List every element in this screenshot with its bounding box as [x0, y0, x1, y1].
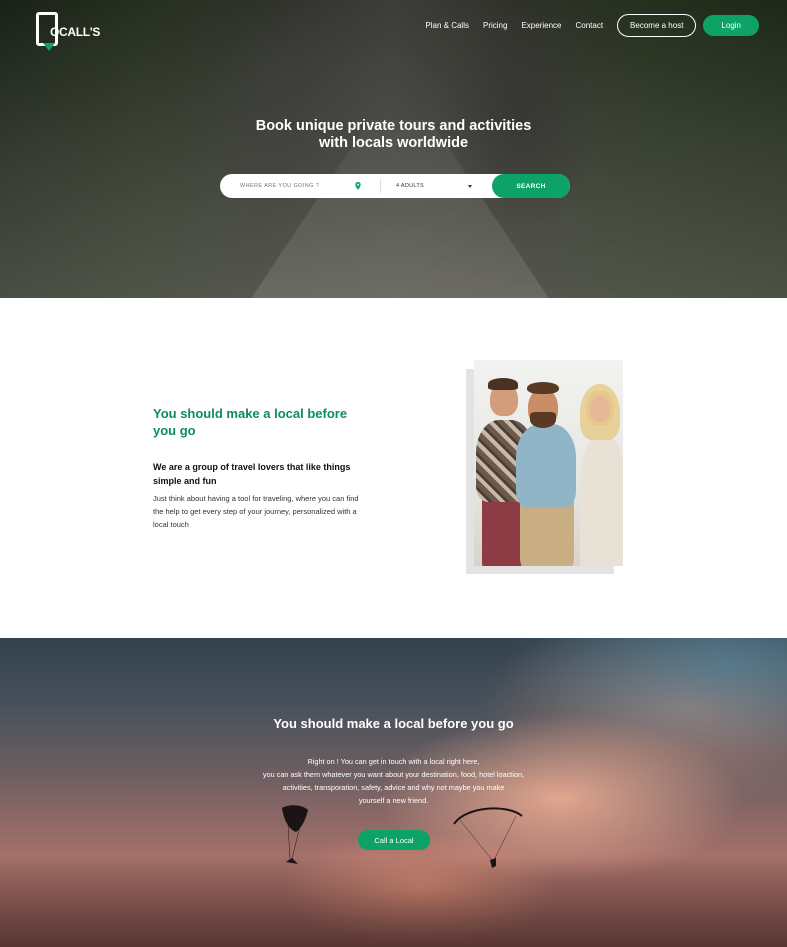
logo-text: OCALL'S	[50, 25, 101, 39]
search-bar: 4 ADULTS SEARCH	[220, 174, 570, 198]
cta-title: You should make a local before you go	[273, 716, 514, 731]
nav-link-experience[interactable]: Experience	[521, 21, 561, 30]
hero-title-line2: with locals worldwide	[318, 135, 469, 151]
nav-link-plan-calls[interactable]: Plan & Calls	[425, 21, 469, 30]
logo[interactable]: OCALL'S	[36, 12, 100, 51]
become-host-button[interactable]: Become a host	[617, 14, 697, 37]
about-body: Just think about having a tool for trave…	[153, 494, 359, 529]
about-subtitle: We are a group of travel lovers that lik…	[153, 462, 351, 486]
location-pin-icon	[355, 182, 361, 190]
cta-line: activities, transporation, safety, advic…	[282, 783, 505, 792]
hero-section: OCALL'S Plan & Calls Pricing Experience …	[0, 0, 787, 298]
adults-select[interactable]: 4 ADULTS	[396, 183, 468, 189]
paraglider-icon	[282, 805, 308, 864]
top-nav: Plan & Calls Pricing Experience Contact …	[425, 14, 759, 37]
search-divider	[380, 179, 381, 193]
friends-photo	[474, 360, 623, 566]
about-section: You should make a local before you go We…	[0, 298, 787, 638]
chevron-down-icon[interactable]	[468, 184, 472, 188]
hero-title-line1: Book unique private tours and activities	[255, 118, 532, 134]
call-a-local-button[interactable]: Call a Local	[358, 830, 430, 850]
about-title: You should make a local before you go	[153, 406, 348, 438]
nav-link-pricing[interactable]: Pricing	[483, 21, 507, 30]
paraglider-icon	[453, 807, 523, 868]
search-button[interactable]: SEARCH	[492, 174, 570, 198]
login-button[interactable]: Login	[703, 15, 759, 36]
cta-body: Right on ! You can get in touch with a l…	[0, 755, 787, 807]
cta-line: you can ask them whatever you want about…	[262, 770, 525, 779]
cta-line: yourself a new friend.	[358, 796, 429, 805]
call-to-action-section: You should make a local before you go Ri…	[0, 638, 787, 947]
destination-input[interactable]	[240, 183, 350, 189]
hero-title: Book unique private tours and activities…	[0, 118, 787, 152]
nav-link-contact[interactable]: Contact	[575, 21, 603, 30]
cta-line: Right on ! You can get in touch with a l…	[307, 757, 480, 766]
